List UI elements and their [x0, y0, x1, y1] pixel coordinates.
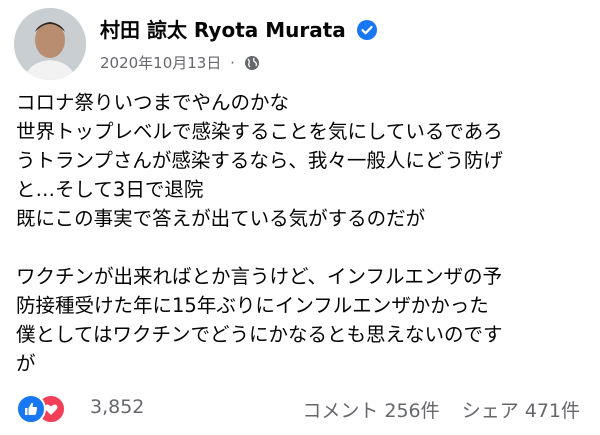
avatar[interactable] — [14, 8, 86, 80]
meta-separator: · — [230, 54, 235, 72]
globe-icon[interactable] — [244, 55, 260, 71]
comment-count[interactable]: コメント 256件 — [302, 400, 439, 422]
post-line: 世界トップレベルで感染することを気にしているであろ — [16, 120, 503, 143]
post-body: コロナ祭りいつまでやんのかな 世界トップレベルで感染することを気にしているであろ… — [16, 88, 596, 378]
post-line: コロナ祭りいつまでやんのかな — [16, 91, 290, 114]
post-footer: 3,852 コメント 256件 シェア 471件 — [0, 388, 600, 428]
engagement-counts: コメント 256件 シェア 471件 — [302, 396, 580, 423]
post-line-blank — [16, 233, 596, 262]
share-count[interactable]: シェア 471件 — [462, 400, 580, 422]
post-line: 僕としてはワクチンでどうにかなるとも思えないのです — [16, 323, 503, 346]
facebook-post: 村田 諒太 Ryota Murata 2020年10月13日 · コロナ祭りいつ… — [0, 0, 600, 435]
author-name-text[interactable]: 村田 諒太 Ryota Murata — [100, 18, 346, 42]
post-line: うトランプさんが感染するなら、我々一般人にどう防げ — [16, 149, 503, 172]
post-meta: 2020年10月13日 · — [100, 52, 260, 73]
like-icon[interactable] — [16, 394, 46, 424]
verified-badge-icon — [356, 20, 377, 40]
post-line: と…そして3日で退院 — [16, 178, 204, 201]
author-name[interactable]: 村田 諒太 Ryota Murata — [100, 14, 377, 43]
post-line: 防接種受けた年に15年ぶりにインフルエンザかかった — [16, 294, 489, 317]
post-line: が — [16, 352, 36, 375]
post-date[interactable]: 2020年10月13日 — [100, 54, 221, 72]
post-line: 既にこの事実で答えが出ている気がするのだが — [16, 207, 426, 230]
post-line: ワクチンが出来ればとか言うけど、インフルエンザの予 — [16, 265, 502, 288]
reaction-count[interactable]: 3,852 — [90, 396, 144, 418]
